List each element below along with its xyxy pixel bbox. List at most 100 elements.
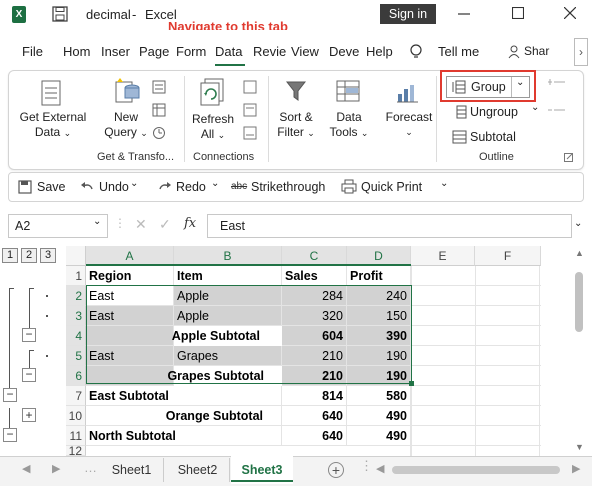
hide-detail-icon[interactable]: [548, 104, 566, 116]
collapse-group-button[interactable]: −: [22, 328, 36, 342]
horizontal-scrollbar-thumb[interactable]: [392, 466, 560, 474]
data-tools-button[interactable]: Data Tools ⌄: [326, 110, 372, 141]
connections-icon[interactable]: [243, 80, 257, 94]
column-header-a[interactable]: A: [86, 246, 174, 266]
chevron-down-icon[interactable]: ⌄: [211, 178, 219, 189]
qat-strikethrough-button[interactable]: Strikethrough: [251, 180, 325, 194]
tab-review[interactable]: Revie: [253, 44, 286, 59]
tab-insert[interactable]: Inser: [101, 44, 130, 59]
tab-help[interactable]: Help: [366, 44, 393, 59]
outline-level-2-button[interactable]: 2: [21, 248, 37, 263]
cell-c5[interactable]: 210: [282, 346, 347, 366]
ungroup-button[interactable]: Ungroup: [470, 105, 518, 119]
save-icon[interactable]: [52, 6, 68, 22]
collapse-group-button[interactable]: −: [3, 388, 17, 402]
tab-page-layout[interactable]: Page: [139, 44, 169, 59]
minimize-icon[interactable]: [458, 8, 470, 20]
vertical-scrollbar[interactable]: ▲ ▼: [572, 248, 586, 454]
cell-d5[interactable]: 190: [347, 346, 411, 366]
chevron-down-icon[interactable]: ⌄: [93, 216, 101, 227]
column-header-d[interactable]: D: [347, 246, 411, 266]
formula-input[interactable]: East: [207, 214, 572, 238]
row-12-cells[interactable]: [86, 446, 411, 456]
previous-sheet-icon[interactable]: ◀: [22, 462, 30, 475]
edit-links-icon[interactable]: [243, 126, 257, 140]
cell-a2[interactable]: East: [86, 286, 174, 306]
maximize-icon[interactable]: [512, 7, 524, 19]
refresh-all-button[interactable]: Refresh All ⌄: [188, 112, 238, 143]
tab-data[interactable]: Data: [215, 44, 242, 59]
cell-d10[interactable]: 490: [347, 406, 411, 426]
tab-sheet1[interactable]: Sheet1: [100, 458, 164, 482]
cell-b2[interactable]: Apple: [174, 286, 282, 306]
tab-formulas[interactable]: Form: [176, 44, 206, 59]
sign-in-button[interactable]: Sign in: [380, 4, 436, 24]
row-header[interactable]: 3: [66, 306, 86, 326]
scroll-down-icon[interactable]: ▼: [575, 442, 584, 452]
cell-b6[interactable]: Grapes Subtotal: [86, 366, 282, 386]
lightbulb-icon[interactable]: [410, 44, 422, 60]
column-header-b[interactable]: B: [174, 246, 282, 266]
select-all-corner[interactable]: [66, 246, 86, 266]
tab-view[interactable]: View: [291, 44, 319, 59]
collapse-group-button[interactable]: −: [3, 428, 17, 442]
row-header[interactable]: 4: [66, 326, 86, 346]
add-sheet-icon[interactable]: +: [328, 462, 344, 478]
cell-a5[interactable]: East: [86, 346, 174, 366]
cell-d11[interactable]: 490: [347, 426, 411, 446]
close-icon[interactable]: [564, 7, 576, 19]
qat-redo-button[interactable]: Redo: [176, 180, 206, 194]
cell-d2[interactable]: 240: [347, 286, 411, 306]
properties-icon[interactable]: [243, 103, 257, 117]
tabs-more-icon[interactable]: …: [84, 460, 97, 475]
cell-c4[interactable]: 604: [282, 326, 347, 346]
row-header[interactable]: 2: [66, 286, 86, 306]
chevron-down-icon[interactable]: ⌄: [531, 102, 539, 113]
cell-d1[interactable]: Profit: [347, 266, 411, 286]
chevron-down-icon[interactable]: ⌄: [130, 178, 138, 189]
cell-b5[interactable]: Grapes: [174, 346, 282, 366]
row-header[interactable]: 1: [66, 266, 86, 286]
outline-level-3-button[interactable]: 3: [40, 248, 56, 263]
qat-save-button[interactable]: Save: [37, 180, 66, 194]
share-button[interactable]: Shar: [524, 44, 549, 58]
recent-sources-icon[interactable]: [152, 126, 166, 140]
expand-group-button[interactable]: +: [22, 408, 36, 422]
tab-home[interactable]: Hom: [63, 44, 90, 59]
cell-c7[interactable]: 814: [282, 386, 347, 406]
qat-quick-print-button[interactable]: Quick Print: [361, 180, 422, 194]
next-sheet-icon[interactable]: ▶: [52, 462, 60, 475]
cell-c2[interactable]: 284: [282, 286, 347, 306]
tab-developer[interactable]: Deve: [329, 44, 359, 59]
cell-c10[interactable]: 640: [282, 406, 347, 426]
dialog-launcher-icon[interactable]: [564, 153, 573, 162]
insert-function-icon[interactable]: fx: [184, 216, 196, 231]
show-detail-icon[interactable]: [548, 76, 566, 88]
new-query-button[interactable]: New Query ⌄: [100, 110, 152, 141]
enter-formula-icon[interactable]: ✓: [159, 216, 171, 233]
column-header-f[interactable]: F: [475, 246, 541, 266]
collapse-group-button[interactable]: −: [22, 368, 36, 382]
scroll-left-icon[interactable]: ◀: [376, 462, 384, 475]
cell-d7[interactable]: 580: [347, 386, 411, 406]
row-header[interactable]: 12: [66, 446, 86, 456]
scroll-right-icon[interactable]: ▶: [572, 462, 580, 475]
row-header[interactable]: 10: [66, 406, 86, 426]
row-header[interactable]: 5: [66, 346, 86, 366]
tab-splitter-icon[interactable]: ⋮: [360, 458, 373, 474]
cell-d6[interactable]: 190: [347, 366, 411, 386]
scroll-up-icon[interactable]: ▲: [575, 248, 584, 258]
row-header[interactable]: 7: [66, 386, 86, 406]
from-table-icon[interactable]: [152, 103, 166, 117]
cell-c11[interactable]: 640: [282, 426, 347, 446]
cell-c3[interactable]: 320: [282, 306, 347, 326]
ribbon-scroll-right-icon[interactable]: ›: [574, 38, 588, 66]
column-header-e[interactable]: E: [411, 246, 475, 266]
cell-d4[interactable]: 390: [347, 326, 411, 346]
tell-me-search[interactable]: Tell me: [438, 44, 479, 59]
cell-d3[interactable]: 150: [347, 306, 411, 326]
name-box[interactable]: A2 ⌄: [8, 214, 108, 238]
cell-b4[interactable]: Apple Subtotal: [86, 326, 282, 346]
row-header[interactable]: 6: [66, 366, 86, 386]
sort-filter-button[interactable]: Sort & Filter ⌄: [272, 110, 320, 141]
